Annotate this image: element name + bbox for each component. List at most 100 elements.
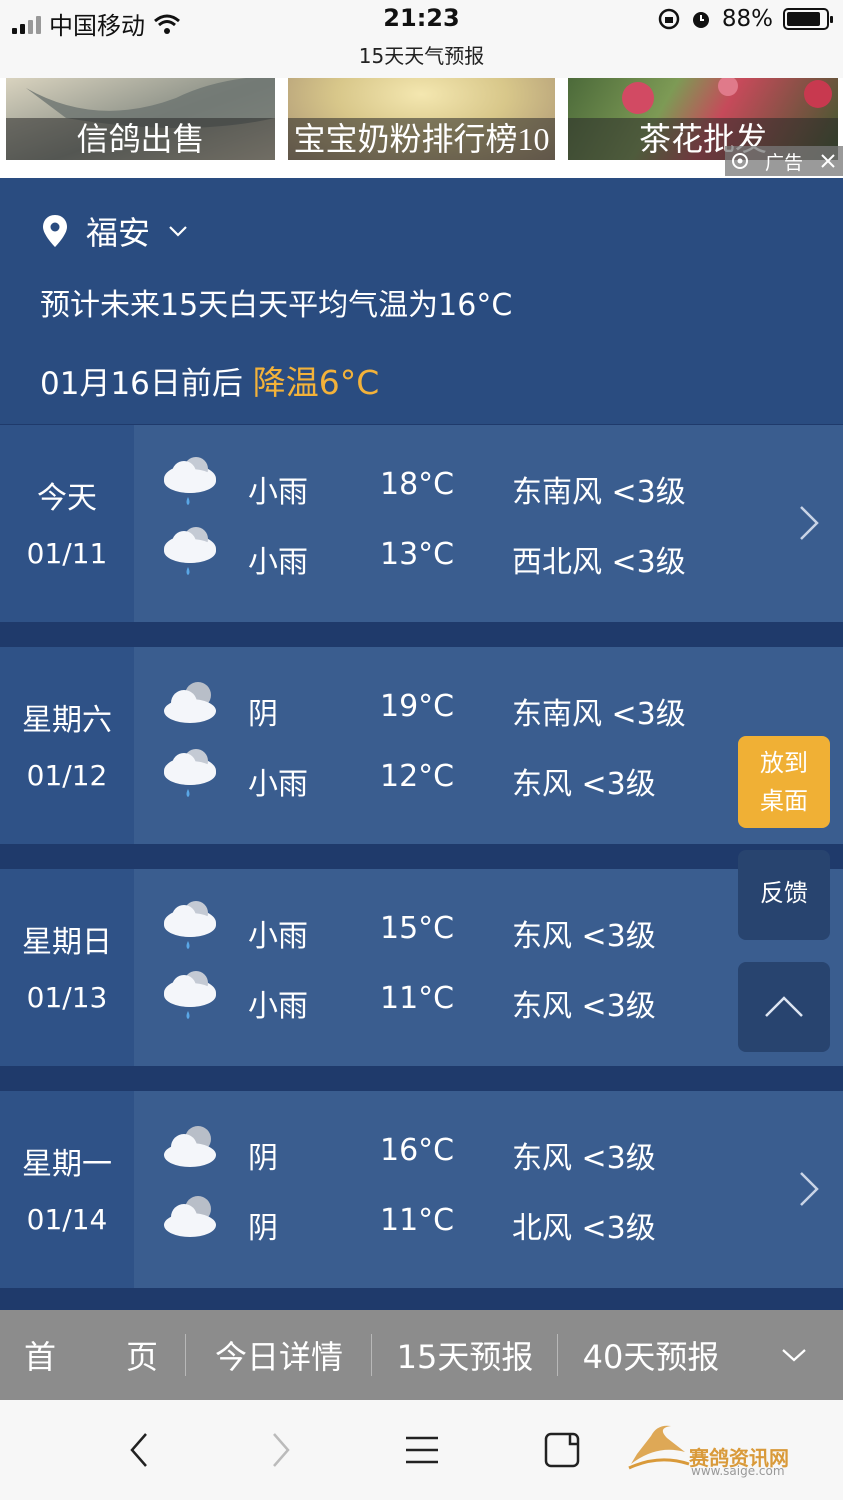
battery-percent: 88% bbox=[721, 6, 773, 32]
tab-40-label: 40天预报 bbox=[582, 1338, 720, 1376]
pigeon-logo-icon bbox=[628, 1425, 690, 1470]
wind: 东南风 <3级 bbox=[512, 697, 686, 732]
day-date-column: 星期六 01/12 bbox=[0, 647, 134, 844]
back-to-top-button[interactable] bbox=[738, 962, 830, 1052]
day-date: 01/12 bbox=[26, 759, 108, 792]
day-date: 01/13 bbox=[26, 981, 108, 1014]
day-date-column: 星期一 01/14 bbox=[0, 1091, 134, 1288]
day-weather-line: 阴 19°C 东南风 <3级 bbox=[160, 677, 720, 737]
temperature: 18°C bbox=[380, 467, 455, 502]
status-bar: 中国移动 21:23 15天天气预报 88% bbox=[0, 0, 843, 78]
wind: 东南风 <3级 bbox=[512, 475, 686, 510]
feedback-button[interactable]: 反馈 bbox=[738, 850, 830, 940]
tab-15-label: 15天预报 bbox=[396, 1338, 534, 1376]
rain-cloud-icon bbox=[164, 971, 216, 1019]
rotation-lock-icon bbox=[658, 8, 680, 30]
temp-change-text: 01月16日前后 降温6°C bbox=[40, 356, 379, 404]
location-pin-icon bbox=[43, 215, 67, 247]
ad-strip: 信鸽出售 宝宝奶粉排行榜10 茶花批发 广告 bbox=[0, 78, 843, 178]
wind: 北风 <3级 bbox=[512, 1211, 656, 1246]
bottom-nav: 首 页 今日详情 15天预报 40天预报 bbox=[0, 1310, 843, 1400]
watermark-url: www.saige.com bbox=[691, 1464, 785, 1478]
tab-home-char2: 页 bbox=[125, 1338, 158, 1376]
day-name: 星期日 bbox=[22, 925, 112, 960]
condition: 小雨 bbox=[248, 919, 308, 954]
tab-15-day[interactable]: 15天预报 bbox=[372, 1310, 558, 1400]
wind: 东风 <3级 bbox=[512, 989, 656, 1024]
condition: 小雨 bbox=[248, 475, 308, 510]
more-tabs-button[interactable] bbox=[744, 1310, 843, 1400]
temperature: 11°C bbox=[380, 981, 455, 1016]
day-date: 01/14 bbox=[26, 1203, 108, 1236]
temperature: 11°C bbox=[380, 1203, 455, 1238]
condition: 阴 bbox=[248, 1211, 278, 1246]
overcast-cloud-icon bbox=[164, 1196, 216, 1237]
wind: 东风 <3级 bbox=[512, 767, 656, 802]
battery-icon bbox=[783, 8, 833, 30]
night-weather-line: 小雨 12°C 东风 <3级 bbox=[160, 747, 720, 807]
menu-icon[interactable] bbox=[400, 1428, 444, 1472]
overcast-cloud-icon bbox=[164, 682, 216, 723]
condition: 小雨 bbox=[248, 767, 308, 802]
condition: 小雨 bbox=[248, 545, 308, 580]
day-date-column: 星期日 01/13 bbox=[0, 869, 134, 1066]
tabs-icon[interactable] bbox=[540, 1428, 584, 1472]
ad-card-pigeon[interactable]: 信鸽出售 bbox=[6, 78, 275, 160]
day-name: 星期一 bbox=[22, 1147, 112, 1182]
temp-change-highlight: 降温6°C bbox=[252, 363, 380, 402]
day-date: 01/11 bbox=[26, 537, 108, 570]
status-right: 88% bbox=[658, 6, 833, 32]
close-icon[interactable] bbox=[819, 152, 837, 170]
condition: 阴 bbox=[248, 1141, 278, 1176]
wind: 东风 <3级 bbox=[512, 919, 656, 954]
location-selector[interactable]: 福安 bbox=[42, 208, 188, 254]
ad-label: 信鸽出售 bbox=[6, 118, 275, 160]
back-arrow-icon[interactable] bbox=[118, 1428, 162, 1472]
tab-home-char1: 首 bbox=[24, 1338, 57, 1376]
day-weather-line: 阴 16°C 东风 <3级 bbox=[160, 1121, 720, 1181]
day-row[interactable]: 星期一 01/14 阴 16°C 东风 <3级 阴 11°C 北风 <3级 bbox=[0, 1091, 843, 1288]
overcast-cloud-icon bbox=[164, 1126, 216, 1167]
forward-arrow-icon[interactable] bbox=[258, 1428, 302, 1472]
page-title: 15天天气预报 bbox=[358, 44, 485, 68]
tab-today-label: 今日详情 bbox=[214, 1338, 343, 1376]
ad-card-milk[interactable]: 宝宝奶粉排行榜10 bbox=[288, 78, 555, 160]
chevron-down-icon bbox=[781, 1349, 806, 1362]
watermark: 赛鸽资讯网 www.saige.com bbox=[627, 1424, 807, 1484]
night-weather-line: 小雨 11°C 东风 <3级 bbox=[160, 969, 720, 1029]
add-to-desktop-line2: 桌面 bbox=[760, 787, 808, 815]
forecast-summary: 福安 预计未来15天白天平均气温为16°C 01月16日前后 降温6°C bbox=[0, 178, 843, 424]
wind: 西北风 <3级 bbox=[512, 545, 686, 580]
day-name: 今天 bbox=[37, 481, 97, 516]
ad-label: 宝宝奶粉排行榜10 bbox=[288, 118, 555, 160]
tab-home[interactable]: 首 页 bbox=[0, 1310, 186, 1400]
condition: 小雨 bbox=[248, 989, 308, 1024]
rain-cloud-icon bbox=[164, 457, 216, 505]
day-weather-line: 小雨 15°C 东风 <3级 bbox=[160, 899, 720, 959]
average-temp-text: 预计未来15天白天平均气温为16°C bbox=[40, 288, 513, 323]
condition: 阴 bbox=[248, 697, 278, 732]
temperature: 16°C bbox=[380, 1133, 455, 1168]
location-name: 福安 bbox=[86, 214, 151, 252]
browser-toolbar: 赛鸽资讯网 www.saige.com bbox=[0, 1400, 843, 1500]
day-row[interactable]: 星期日 01/13 小雨 15°C 东风 <3级 小雨 11°C 东风 <3级 bbox=[0, 869, 843, 1066]
night-weather-line: 阴 11°C 北风 <3级 bbox=[160, 1191, 720, 1251]
ad-tag-label: 广告 bbox=[764, 151, 803, 174]
temperature: 15°C bbox=[380, 911, 455, 946]
chevron-right-icon[interactable] bbox=[797, 1169, 821, 1209]
tab-today-detail[interactable]: 今日详情 bbox=[186, 1310, 372, 1400]
alarm-icon bbox=[692, 12, 709, 28]
tab-40-day[interactable]: 40天预报 bbox=[558, 1310, 744, 1400]
chevron-down-icon bbox=[169, 226, 187, 237]
feedback-label: 反馈 bbox=[760, 879, 808, 907]
day-date-column: 今天 01/11 bbox=[0, 425, 134, 622]
temp-change-date: 01月16日前后 bbox=[40, 366, 243, 402]
day-name: 星期六 bbox=[22, 703, 112, 738]
day-row[interactable]: 今天 01/11 小雨 18°C 东南风 <3级 小雨 13°C 西北风 <3级 bbox=[0, 425, 843, 622]
ad-tag: 广告 bbox=[725, 146, 843, 176]
day-row[interactable]: 星期六 01/12 阴 19°C 东南风 <3级 小雨 12°C 东风 <3级 bbox=[0, 647, 843, 844]
add-to-desktop-button[interactable]: 放到 桌面 bbox=[738, 736, 830, 828]
add-to-desktop-line1: 放到 bbox=[760, 749, 808, 777]
night-weather-line: 小雨 13°C 西北风 <3级 bbox=[160, 525, 720, 585]
chevron-right-icon[interactable] bbox=[797, 503, 821, 543]
